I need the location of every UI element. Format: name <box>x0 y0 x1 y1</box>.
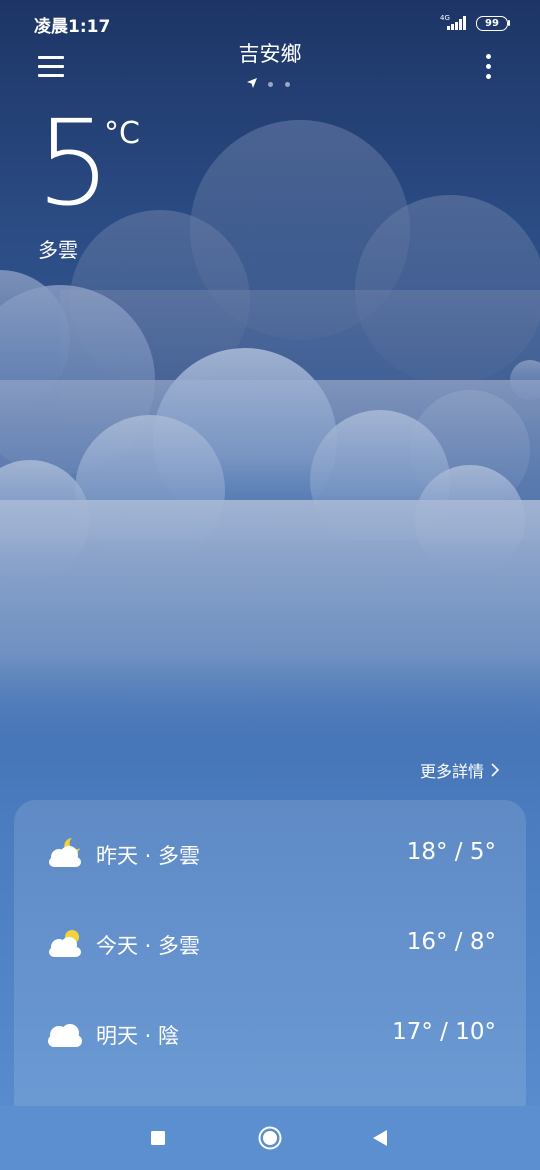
forecast-label: 今天 · 多雲 <box>96 934 201 958</box>
battery-level: 99 <box>485 18 499 29</box>
current-temperature: 5 <box>36 94 111 232</box>
city-title[interactable]: 吉安鄉 <box>170 38 370 68</box>
forecast-label: 昨天 · 多雲 <box>96 844 201 868</box>
battery-tip <box>508 20 510 26</box>
temperature-unit: °C <box>104 116 140 151</box>
signal-icon <box>447 16 466 30</box>
forecast-row-tomorrow[interactable]: 明天 · 陰 17° / 10° <box>14 1002 526 1062</box>
partly-cloudy-day-icon <box>49 930 81 957</box>
forecast-row-yesterday[interactable]: 昨天 · 多雲 18° / 5° <box>14 822 526 882</box>
more-vertical-icon[interactable] <box>478 52 498 82</box>
more-details-label: 更多詳情 <box>420 762 485 781</box>
battery-icon: 99 <box>476 16 508 31</box>
forecast-range: 16° / 8° <box>406 929 496 955</box>
page-dot <box>268 82 273 87</box>
status-time: 凌晨1:17 <box>34 17 111 37</box>
circle-icon[interactable] <box>258 1126 282 1150</box>
forecast-range: 17° / 10° <box>392 1019 496 1045</box>
navigation-bar <box>0 1106 540 1170</box>
more-details-link[interactable]: 更多詳情 <box>420 758 500 782</box>
forecast-range: 18° / 5° <box>406 839 496 865</box>
page-dot <box>285 82 290 87</box>
cloud-icon <box>48 1024 82 1047</box>
partly-cloudy-night-icon <box>49 838 81 867</box>
location-arrow-icon <box>247 78 257 88</box>
menu-icon[interactable] <box>38 54 64 78</box>
forecast-label: 明天 · 陰 <box>96 1024 180 1048</box>
square-icon[interactable] <box>150 1130 166 1146</box>
forecast-card: 昨天 · 多雲 18° / 5° 今天 · 多雲 16° / 8° 明天 · 陰… <box>14 800 526 1130</box>
forecast-row-today[interactable]: 今天 · 多雲 16° / 8° <box>14 912 526 972</box>
weather-screen: 凌晨1:17 4G 99 吉安鄉 5 °C 多雲 更多詳情 昨天 · 多雲 18… <box>0 0 540 1170</box>
chevron-right-icon <box>491 763 500 777</box>
triangle-back-icon[interactable] <box>372 1129 388 1147</box>
current-condition: 多雲 <box>38 238 78 262</box>
page-indicator <box>246 77 296 91</box>
